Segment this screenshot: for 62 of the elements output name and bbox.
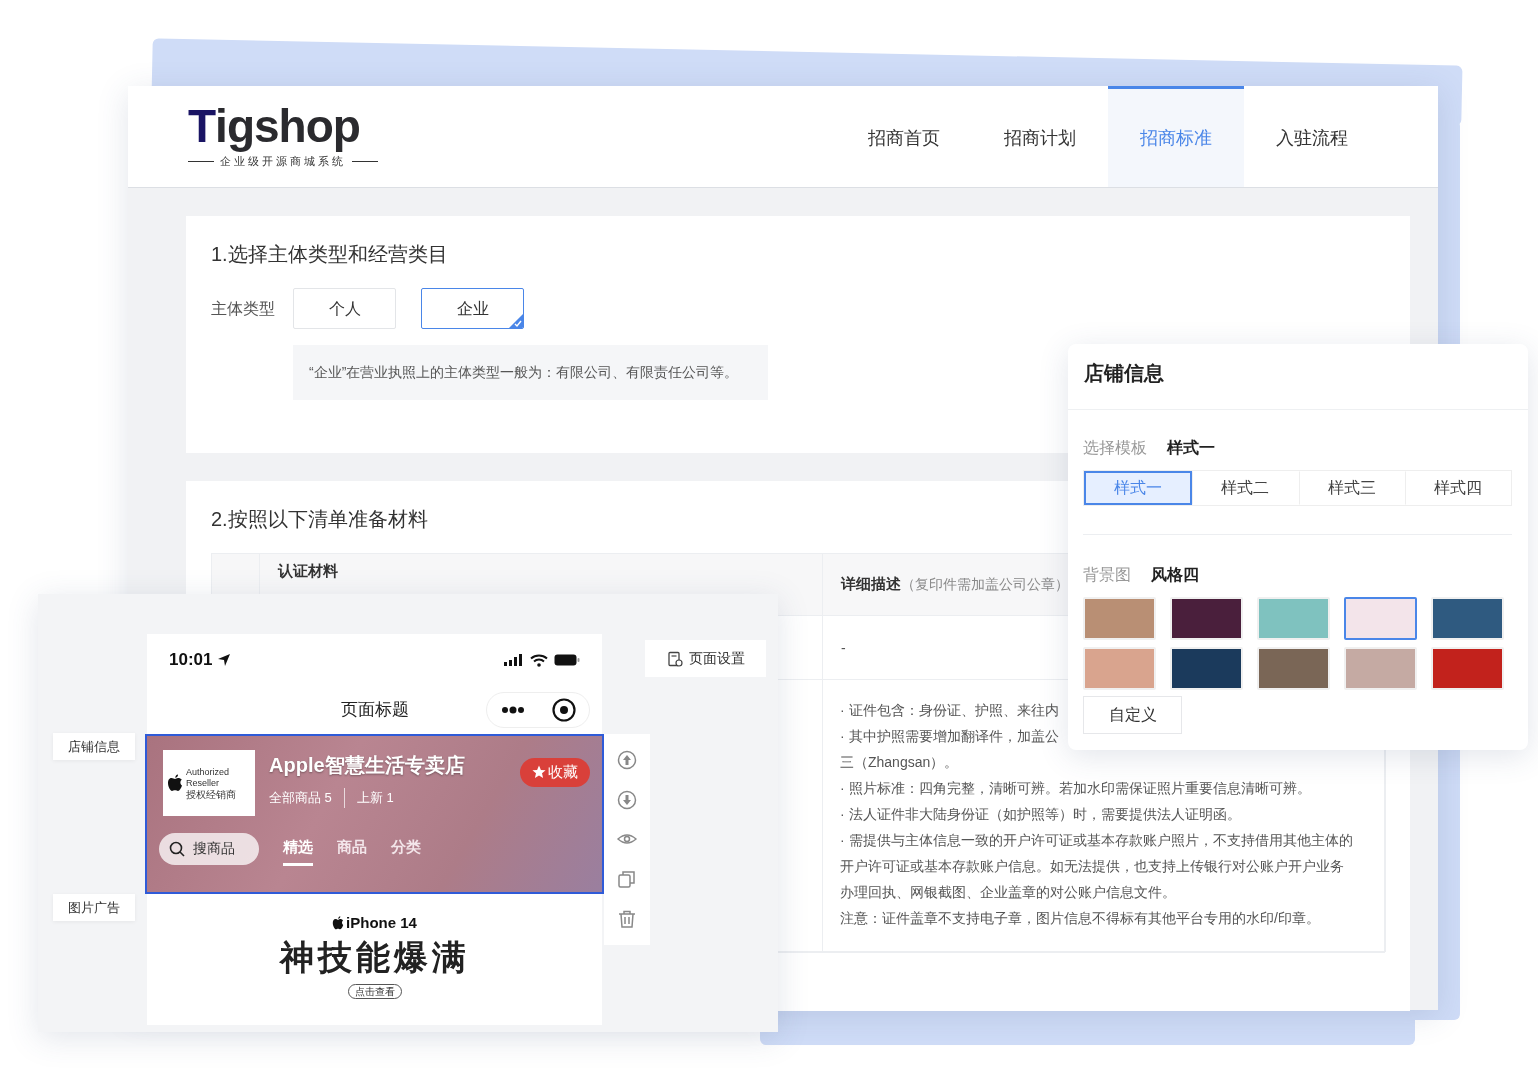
logo-text: Authorized — [186, 766, 231, 778]
store-stat: 全部商品 5 — [268, 789, 333, 807]
table-text: 三（Zhangsan）。 — [840, 753, 959, 772]
hint-text: “企业”在营业执照上的主体类型一般为：有限公司、有限责任公司等。 — [293, 345, 768, 400]
logo-text: Reseller — [186, 777, 220, 789]
wifi-icon — [530, 653, 548, 667]
option-button[interactable]: 个人 — [293, 288, 396, 329]
table-text: · 法人证件非大陆身份证（如护照等）时，需要提供法人证明函。 — [840, 805, 1241, 824]
table-text: · 证件包含：身份证、护照、来往内 — [840, 701, 1059, 720]
move-down-icon[interactable] — [617, 789, 637, 810]
table-text: - — [841, 639, 846, 658]
section-title: 2.按照以下清单准备材料 — [211, 507, 429, 531]
location-arrow-icon — [217, 653, 232, 667]
table-text: 注意：证件盖章不支持电子章，图片信息不得标有其他平台专用的水印/印章。 — [840, 909, 1320, 928]
panel-title: 店铺信息 — [1068, 344, 1528, 410]
store-banner[interactable]: Authorized Reseller 授权经销商 Apple智慧生活专卖店 全部商品 5 上新 1 收藏 搜商品 精选 商品 分类 — [145, 734, 604, 894]
field-label: 主体类型 — [211, 298, 276, 319]
star-icon — [532, 765, 546, 780]
logo-text: 授权经销商 — [186, 788, 236, 800]
logo: Tigshop — [188, 103, 361, 150]
option-button[interactable]: 企业 — [421, 288, 524, 329]
settings-icon — [666, 650, 683, 667]
page-title: 页面标题 — [340, 699, 409, 722]
logo-tagline: 企业级开源商城系统 — [220, 154, 346, 170]
callout-label: 图片广告 — [53, 894, 135, 921]
search-icon — [169, 840, 185, 857]
table-text: · 照片标准：四角完整，清晰可辨。若加水印需保证照片重要信息清晰可辨。 — [840, 779, 1311, 798]
check-corner-icon — [509, 314, 523, 328]
callout-label: 店铺信息 — [53, 733, 135, 760]
apple-icon — [332, 916, 345, 931]
section-title: 1.选择主体类型和经营类目 — [211, 242, 449, 266]
nav-tab[interactable]: 入驻流程 — [1244, 86, 1380, 187]
copy-icon[interactable] — [617, 869, 637, 890]
signal-icon — [504, 654, 524, 666]
target-icon[interactable] — [551, 698, 576, 722]
status-time: 10:01 — [169, 649, 213, 672]
custom-button[interactable]: 自定义 — [1083, 696, 1182, 734]
brand-label: iPhone 14 — [332, 912, 417, 935]
store-stat: 上新 1 — [343, 788, 406, 808]
more-icon[interactable] — [500, 706, 525, 714]
nav-tab[interactable]: 招商首页 — [836, 86, 972, 187]
search-field[interactable]: 搜商品 — [159, 832, 259, 865]
field-label: 选择模板 — [1083, 438, 1147, 458]
nav-tab[interactable]: 招商计划 — [972, 86, 1108, 187]
apple-icon — [167, 774, 183, 792]
column-header: 认证材料 — [276, 561, 339, 581]
table-text: 开户许可证或基本存款账户信息。如无法提供，也支持上传银行对公账户开户业务 — [840, 857, 1344, 876]
column-header: 详细描述（复印件需加盖公司公章） — [839, 574, 1070, 594]
trash-icon[interactable] — [617, 909, 637, 930]
table-text: · 需提供与主体信息一致的开户许可证或基本存款账户照片，不支持借用其他主体的 — [840, 831, 1353, 850]
follow-button[interactable]: 收藏 — [520, 758, 590, 787]
ad-headline: 神技能爆满 — [278, 937, 471, 979]
field-value: 风格四 — [1151, 565, 1199, 585]
table-text: · 其中护照需要增加翻译件，加盖公 — [840, 727, 1059, 746]
background-thumbnail[interactable] — [1344, 597, 1417, 640]
field-value: 样式一 — [1167, 438, 1215, 458]
table-text: 办理回执、网银截图、企业盖章的对公账户信息文件。 — [840, 883, 1176, 902]
page-settings-button[interactable]: 页面设置 — [645, 640, 766, 677]
store-name: Apple智慧生活专卖店 — [269, 753, 465, 778]
field-label: 背景图 — [1083, 565, 1131, 585]
battery-icon — [554, 654, 580, 666]
move-up-icon[interactable] — [617, 749, 637, 770]
